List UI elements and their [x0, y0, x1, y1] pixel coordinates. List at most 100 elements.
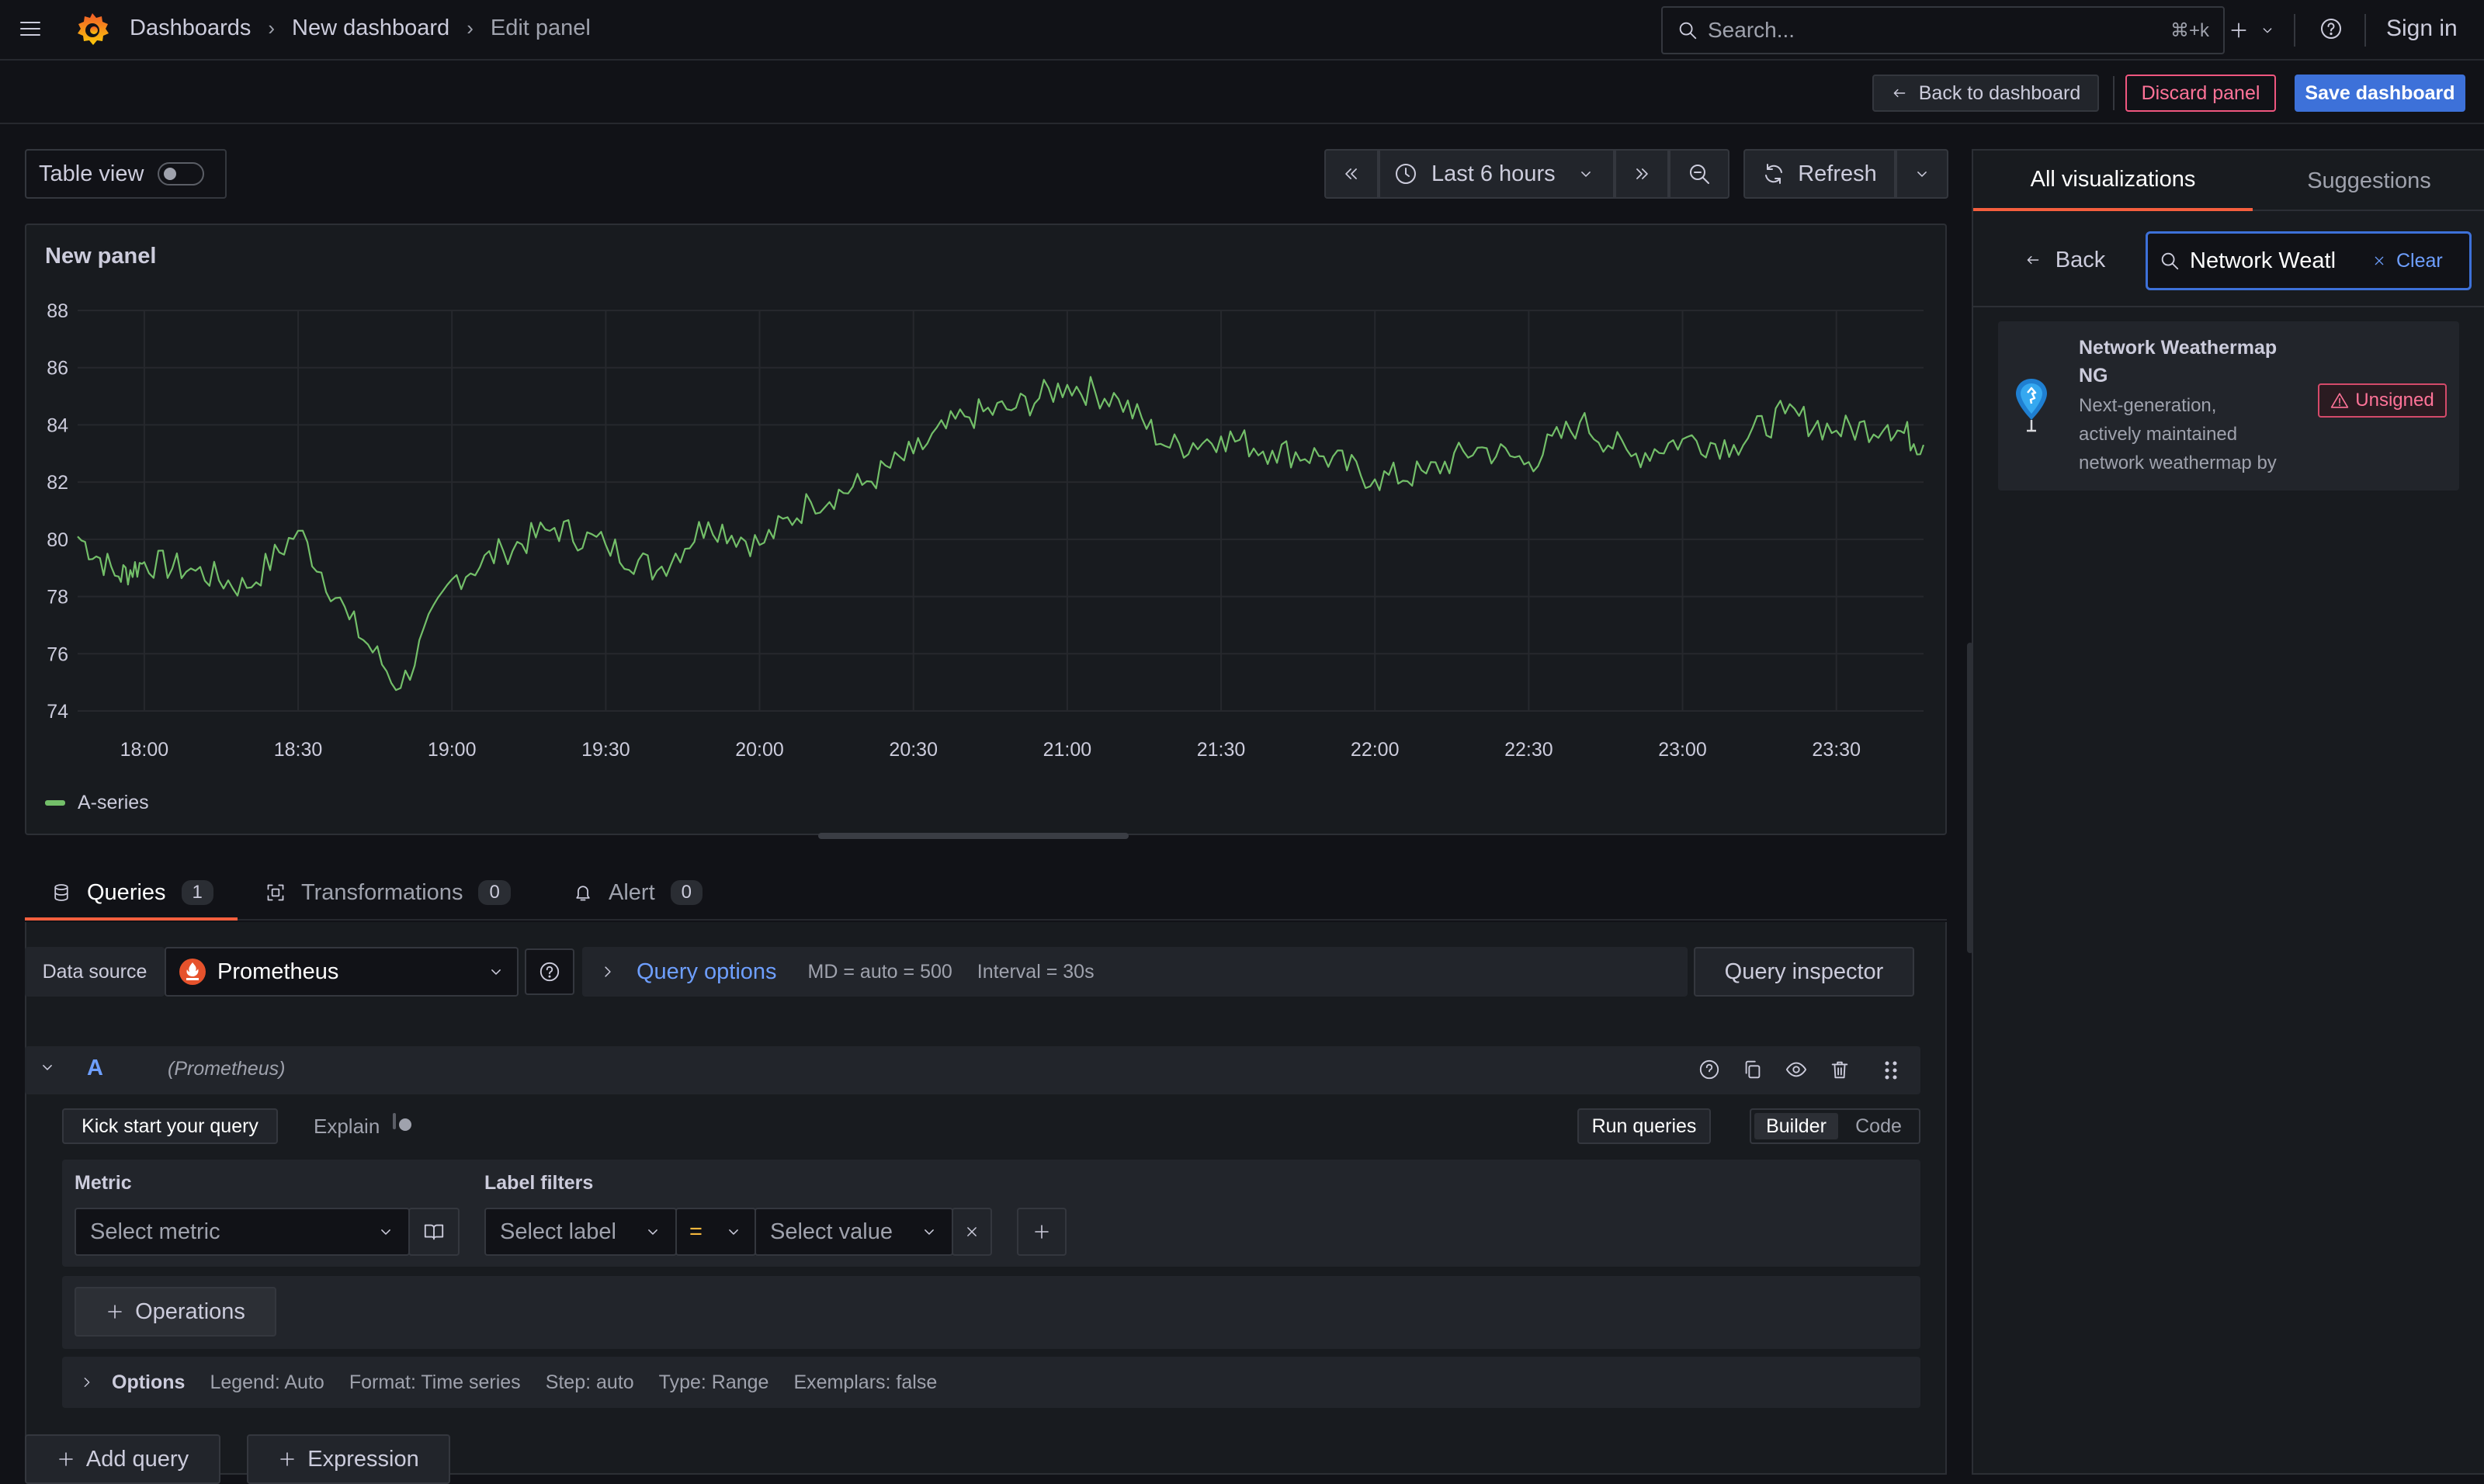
query-options-row[interactable]: Options Legend: Auto Format: Time series…: [62, 1357, 1920, 1408]
help-icon[interactable]: [2319, 17, 2343, 40]
grafana-logo-icon[interactable]: [75, 11, 110, 48]
map-pin-icon: [2010, 376, 2052, 435]
operator-value: =: [689, 1219, 703, 1244]
refresh-label: Refresh: [1798, 161, 1877, 186]
operator-select[interactable]: =: [675, 1208, 756, 1256]
time-back-button[interactable]: [1324, 149, 1379, 199]
builder-mode-button[interactable]: Builder: [1754, 1113, 1838, 1139]
query-a-header[interactable]: A (Prometheus): [25, 1046, 1920, 1094]
run-queries-button[interactable]: Run queries: [1577, 1108, 1711, 1144]
chevron-down-icon: [377, 1223, 394, 1240]
data-source-label: Data source: [42, 960, 147, 983]
tab-alert[interactable]: Alert 0: [573, 868, 703, 917]
option-format: Format: Time series: [349, 1371, 521, 1393]
chevron-down-icon: [644, 1223, 661, 1240]
remove-filter-button[interactable]: [952, 1208, 992, 1256]
metric-placeholder: Select metric: [90, 1219, 220, 1244]
time-forward-button[interactable]: [1615, 149, 1669, 199]
x-tick-label: 19:00: [428, 739, 477, 761]
copy-icon[interactable]: [1742, 1059, 1764, 1080]
refresh-button[interactable]: Refresh: [1743, 149, 1896, 199]
close-icon[interactable]: [2371, 253, 2387, 269]
tab-queries[interactable]: Queries 1: [25, 868, 238, 921]
operations-label: Operations: [135, 1298, 245, 1324]
back-to-dashboard-button[interactable]: Back to dashboard: [1872, 75, 2099, 112]
back-button[interactable]: Back: [2010, 238, 2119, 283]
chart-panel[interactable]: New panel 74 76 78 80 82 84 86 88 18:00 18:30 19:0…: [25, 224, 1947, 835]
y-tick-label: 84: [47, 414, 68, 436]
tab-all-visualizations[interactable]: All visualizations: [1973, 151, 2253, 211]
value-select[interactable]: Select value: [755, 1208, 953, 1256]
series-line-a-series: [77, 376, 1925, 692]
query-ref-id[interactable]: A: [87, 1056, 103, 1081]
metric-select[interactable]: Select metric: [75, 1208, 410, 1256]
legend-swatch: [45, 800, 65, 806]
search-icon: [1677, 19, 1698, 41]
x-tick-label: 19:30: [581, 739, 630, 761]
search-input[interactable]: Search... ⌘+k: [1661, 6, 2225, 54]
back-to-dashboard-label: Back to dashboard: [1918, 81, 2081, 104]
option-legend: Legend: Auto: [210, 1371, 324, 1393]
clear-search-button[interactable]: Clear: [2396, 250, 2443, 272]
prometheus-icon: [179, 958, 206, 986]
chevron-right-icon: [599, 963, 616, 980]
refresh-interval-dropdown[interactable]: [1896, 149, 1948, 199]
tab-transformations[interactable]: Transformations 0: [265, 868, 511, 917]
plus-icon: [1032, 1222, 1051, 1241]
expression-button[interactable]: Expression: [247, 1434, 450, 1484]
trash-icon[interactable]: [1829, 1059, 1851, 1080]
chevron-down-icon: [2260, 23, 2275, 38]
menu-icon[interactable]: [19, 17, 42, 40]
tab-suggestions[interactable]: Suggestions: [2254, 151, 2484, 211]
close-icon: [963, 1223, 980, 1240]
time-series-chart[interactable]: 74 76 78 80 82 84 86 88 18:00 18:30 19:00 19:30 20:0…: [26, 225, 1945, 834]
add-filter-button[interactable]: [1017, 1208, 1067, 1256]
query-inspector-button[interactable]: Query inspector: [1694, 947, 1914, 997]
breadcrumb-new-dashboard[interactable]: New dashboard: [292, 16, 449, 41]
query-options-label[interactable]: Query options: [637, 959, 777, 985]
x-tick-label: 21:30: [1197, 739, 1246, 761]
breadcrumb-dashboards[interactable]: Dashboards: [130, 16, 251, 41]
sign-in-link[interactable]: Sign in: [2386, 16, 2458, 42]
table-view-toggle[interactable]: Table view: [25, 149, 227, 199]
save-dashboard-button[interactable]: Save dashboard: [2295, 75, 2465, 112]
tab-alert-count: 0: [670, 880, 703, 905]
code-mode-button[interactable]: Code: [1841, 1113, 1916, 1139]
x-tick-label: 21:00: [1043, 739, 1092, 761]
operations-button[interactable]: Operations: [75, 1287, 276, 1337]
query-options-bar[interactable]: Query options MD = auto = 500 Interval =…: [582, 947, 1688, 997]
expression-label: Expression: [307, 1446, 419, 1472]
add-new-button[interactable]: [2225, 12, 2279, 48]
divider: [2113, 76, 2115, 110]
label-select[interactable]: Select label: [484, 1208, 677, 1256]
data-source-help-button[interactable]: [525, 948, 574, 995]
data-source-picker[interactable]: Prometheus: [165, 947, 519, 997]
unsigned-badge: Unsigned: [2318, 383, 2447, 418]
discard-panel-button[interactable]: Discard panel: [2125, 75, 2276, 112]
viz-result-card[interactable]: Network Weathermap NG Next-generation, a…: [1998, 321, 2459, 491]
kick-start-query-button[interactable]: Kick start your query: [62, 1108, 278, 1144]
run-queries-label: Run queries: [1591, 1115, 1697, 1137]
tab-transformations-count: 0: [478, 880, 511, 905]
viz-search-input[interactable]: Network Weatl Clear: [2146, 231, 2472, 290]
zoom-out-button[interactable]: [1669, 149, 1729, 199]
collapse-chevron-icon[interactable]: [39, 1059, 56, 1076]
metrics-explorer-button[interactable]: [408, 1208, 460, 1256]
explain-switch[interactable]: [393, 1113, 396, 1129]
plus-icon: [278, 1450, 297, 1468]
eye-icon[interactable]: [1785, 1059, 1807, 1080]
help-icon: [539, 961, 560, 983]
refresh-icon: [1762, 162, 1785, 186]
add-query-button[interactable]: Add query: [25, 1434, 220, 1484]
y-tick-label: 88: [47, 300, 68, 322]
options-label: Options: [112, 1371, 186, 1393]
help-icon[interactable]: [1698, 1059, 1720, 1080]
table-view-switch[interactable]: [158, 162, 205, 186]
drag-handle-icon[interactable]: [1880, 1059, 1902, 1082]
panel-resize-handle[interactable]: [818, 833, 1129, 839]
viz-picker-tabs: All visualizations Suggestions: [1973, 151, 2484, 211]
time-range-picker[interactable]: Last 6 hours: [1379, 149, 1615, 199]
legend-item-a-series[interactable]: A-series: [78, 792, 149, 814]
tab-suggestions-label: Suggestions: [2307, 168, 2431, 193]
divider: [2364, 14, 2366, 47]
